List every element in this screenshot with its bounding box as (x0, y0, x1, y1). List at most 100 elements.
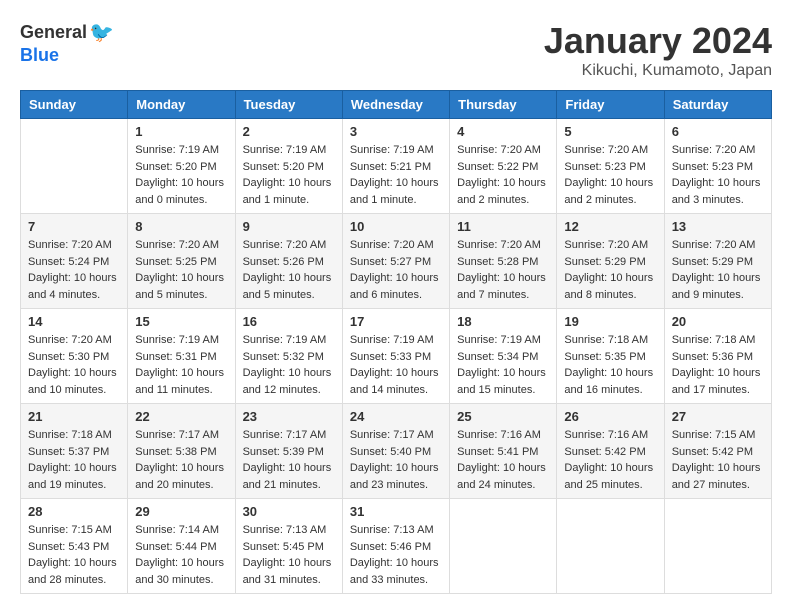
calendar-cell (450, 499, 557, 594)
day-info: Sunrise: 7:19 AMSunset: 5:20 PMDaylight:… (243, 142, 335, 208)
day-number: 6 (672, 124, 764, 139)
day-info: Sunrise: 7:20 AMSunset: 5:26 PMDaylight:… (243, 237, 335, 303)
day-number: 26 (564, 409, 656, 424)
calendar-cell: 3Sunrise: 7:19 AMSunset: 5:21 PMDaylight… (342, 119, 449, 214)
calendar-cell: 12 Sunrise: 7:20 AMSunset: 5:29 PMDayligh… (557, 214, 664, 309)
day-info: Sunrise: 7:20 AMSunset: 5:24 PMDaylight:… (28, 237, 120, 303)
day-number: 17 (350, 314, 442, 329)
calendar-cell: 9 Sunrise: 7:20 AMSunset: 5:26 PMDaylight… (235, 214, 342, 309)
day-header-saturday: Saturday (664, 91, 771, 119)
page-header: General 🐦 Blue January 2024 Kikuchi, Kum… (20, 20, 772, 80)
day-info: Sunrise: 7:20 AMSunset: 5:23 PMDaylight:… (564, 142, 656, 208)
day-info: Sunrise: 7:18 AMSunset: 5:37 PMDaylight:… (28, 427, 120, 493)
calendar-cell: 28 Sunrise: 7:15 AMSunset: 5:43 PMDayligh… (21, 499, 128, 594)
day-info: Sunrise: 7:20 AMSunset: 5:27 PMDaylight:… (350, 237, 442, 303)
logo-general-text: General (20, 22, 87, 43)
day-number: 13 (672, 219, 764, 234)
calendar-cell: 11 Sunrise: 7:20 AMSunset: 5:28 PMDayligh… (450, 214, 557, 309)
day-info: Sunrise: 7:15 AMSunset: 5:43 PMDaylight:… (28, 522, 120, 588)
calendar-cell (21, 119, 128, 214)
week-row-5: 28 Sunrise: 7:15 AMSunset: 5:43 PMDayligh… (21, 499, 772, 594)
week-row-4: 21Sunrise: 7:18 AMSunset: 5:37 PMDayligh… (21, 404, 772, 499)
calendar-cell: 6 Sunrise: 7:20 AMSunset: 5:23 PMDaylight… (664, 119, 771, 214)
day-number: 8 (135, 219, 227, 234)
calendar-cell: 10 Sunrise: 7:20 AMSunset: 5:27 PMDayligh… (342, 214, 449, 309)
day-info: Sunrise: 7:18 AMSunset: 5:35 PMDaylight:… (564, 332, 656, 398)
calendar-cell: 2 Sunrise: 7:19 AMSunset: 5:20 PMDaylight… (235, 119, 342, 214)
calendar-cell: 23 Sunrise: 7:17 AMSunset: 5:39 PMDayligh… (235, 404, 342, 499)
week-row-1: 1 Sunrise: 7:19 AMSunset: 5:20 PMDaylight… (21, 119, 772, 214)
day-number: 4 (457, 124, 549, 139)
day-number: 30 (243, 504, 335, 519)
day-number: 3 (350, 124, 442, 139)
day-header-tuesday: Tuesday (235, 91, 342, 119)
day-info: Sunrise: 7:19 AMSunset: 5:20 PMDaylight:… (135, 142, 227, 208)
day-header-sunday: Sunday (21, 91, 128, 119)
day-number: 9 (243, 219, 335, 234)
day-number: 11 (457, 219, 549, 234)
day-number: 18 (457, 314, 549, 329)
calendar-table: SundayMondayTuesdayWednesdayThursdayFrid… (20, 90, 772, 594)
day-number: 1 (135, 124, 227, 139)
logo-bird-icon: 🐦 (89, 20, 114, 45)
calendar-cell: 20Sunrise: 7:18 AMSunset: 5:36 PMDayligh… (664, 309, 771, 404)
day-info: Sunrise: 7:20 AMSunset: 5:22 PMDaylight:… (457, 142, 549, 208)
calendar-cell: 14Sunrise: 7:20 AMSunset: 5:30 PMDayligh… (21, 309, 128, 404)
calendar-cell: 18 Sunrise: 7:19 AMSunset: 5:34 PMDayligh… (450, 309, 557, 404)
day-number: 23 (243, 409, 335, 424)
location-text: Kikuchi, Kumamoto, Japan (544, 62, 772, 80)
day-info: Sunrise: 7:20 AMSunset: 5:23 PMDaylight:… (672, 142, 764, 208)
logo-blue-text: Blue (20, 45, 59, 66)
day-info: Sunrise: 7:17 AMSunset: 5:38 PMDaylight:… (135, 427, 227, 493)
calendar-cell: 13 Sunrise: 7:20 AMSunset: 5:29 PMDayligh… (664, 214, 771, 309)
day-info: Sunrise: 7:20 AMSunset: 5:28 PMDaylight:… (457, 237, 549, 303)
month-title: January 2024 (544, 20, 772, 62)
day-number: 24 (350, 409, 442, 424)
day-info: Sunrise: 7:15 AMSunset: 5:42 PMDaylight:… (672, 427, 764, 493)
day-number: 19 (564, 314, 656, 329)
day-info: Sunrise: 7:13 AMSunset: 5:46 PMDaylight:… (350, 522, 442, 588)
calendar-cell: 1 Sunrise: 7:19 AMSunset: 5:20 PMDaylight… (128, 119, 235, 214)
day-info: Sunrise: 7:13 AMSunset: 5:45 PMDaylight:… (243, 522, 335, 588)
calendar-cell: 25 Sunrise: 7:16 AMSunset: 5:41 PMDayligh… (450, 404, 557, 499)
day-info: Sunrise: 7:20 AMSunset: 5:29 PMDaylight:… (564, 237, 656, 303)
calendar-cell: 7Sunrise: 7:20 AMSunset: 5:24 PMDaylight… (21, 214, 128, 309)
day-info: Sunrise: 7:16 AMSunset: 5:41 PMDaylight:… (457, 427, 549, 493)
day-number: 2 (243, 124, 335, 139)
day-number: 27 (672, 409, 764, 424)
day-number: 25 (457, 409, 549, 424)
day-info: Sunrise: 7:16 AMSunset: 5:42 PMDaylight:… (564, 427, 656, 493)
day-number: 10 (350, 219, 442, 234)
day-info: Sunrise: 7:19 AMSunset: 5:33 PMDaylight:… (350, 332, 442, 398)
calendar-cell (664, 499, 771, 594)
calendar-cell: 26 Sunrise: 7:16 AMSunset: 5:42 PMDayligh… (557, 404, 664, 499)
day-info: Sunrise: 7:20 AMSunset: 5:29 PMDaylight:… (672, 237, 764, 303)
day-info: Sunrise: 7:20 AMSunset: 5:25 PMDaylight:… (135, 237, 227, 303)
day-number: 29 (135, 504, 227, 519)
calendar-cell: 17 Sunrise: 7:19 AMSunset: 5:33 PMDayligh… (342, 309, 449, 404)
day-info: Sunrise: 7:17 AMSunset: 5:40 PMDaylight:… (350, 427, 442, 493)
day-info: Sunrise: 7:19 AMSunset: 5:32 PMDaylight:… (243, 332, 335, 398)
day-number: 31 (350, 504, 442, 519)
calendar-cell: 29Sunrise: 7:14 AMSunset: 5:44 PMDayligh… (128, 499, 235, 594)
day-number: 20 (672, 314, 764, 329)
day-info: Sunrise: 7:19 AMSunset: 5:31 PMDaylight:… (135, 332, 227, 398)
day-number: 5 (564, 124, 656, 139)
day-number: 28 (28, 504, 120, 519)
day-number: 12 (564, 219, 656, 234)
calendar-cell: 22Sunrise: 7:17 AMSunset: 5:38 PMDayligh… (128, 404, 235, 499)
day-info: Sunrise: 7:17 AMSunset: 5:39 PMDaylight:… (243, 427, 335, 493)
calendar-cell: 4 Sunrise: 7:20 AMSunset: 5:22 PMDaylight… (450, 119, 557, 214)
calendar-cell: 5 Sunrise: 7:20 AMSunset: 5:23 PMDaylight… (557, 119, 664, 214)
day-info: Sunrise: 7:20 AMSunset: 5:30 PMDaylight:… (28, 332, 120, 398)
calendar-cell: 31 Sunrise: 7:13 AMSunset: 5:46 PMDayligh… (342, 499, 449, 594)
calendar-cell: 8 Sunrise: 7:20 AMSunset: 5:25 PMDaylight… (128, 214, 235, 309)
week-row-2: 7Sunrise: 7:20 AMSunset: 5:24 PMDaylight… (21, 214, 772, 309)
day-number: 16 (243, 314, 335, 329)
calendar-cell: 15Sunrise: 7:19 AMSunset: 5:31 PMDayligh… (128, 309, 235, 404)
calendar-cell: 24 Sunrise: 7:17 AMSunset: 5:40 PMDayligh… (342, 404, 449, 499)
day-info: Sunrise: 7:19 AMSunset: 5:34 PMDaylight:… (457, 332, 549, 398)
title-section: January 2024 Kikuchi, Kumamoto, Japan (544, 20, 772, 80)
day-header-wednesday: Wednesday (342, 91, 449, 119)
calendar-cell (557, 499, 664, 594)
